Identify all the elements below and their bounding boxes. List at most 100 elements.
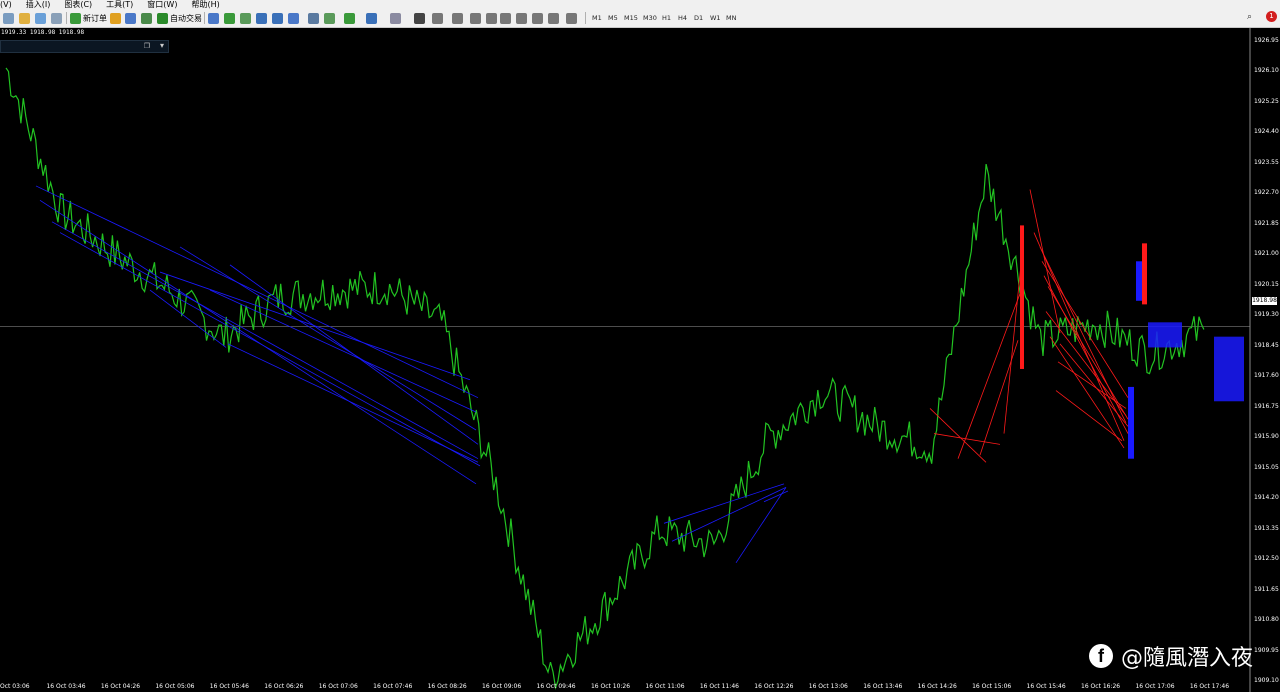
y-tick-label: 1915.90	[1254, 433, 1279, 441]
timeframe-h4[interactable]: H4	[676, 11, 689, 25]
sell-trade-line	[1041, 261, 1129, 398]
buy-cluster	[1128, 386, 1134, 459]
globe-button[interactable]	[141, 11, 152, 25]
x-tick-label: 16 Oct 10:26	[590, 683, 631, 690]
toolbar-tool-7-icon	[324, 12, 335, 24]
notification-badge[interactable]: 1	[1266, 11, 1277, 22]
price-chart[interactable]	[0, 28, 1280, 692]
x-tick-label: 16 Oct 13:46	[863, 683, 903, 690]
terminal-button[interactable]	[125, 11, 136, 25]
toolbar-tool-2-button[interactable]	[240, 11, 251, 25]
timeframe-m1[interactable]: M1	[590, 11, 604, 25]
sell-trade-line	[1029, 189, 1061, 334]
auto-trading-button[interactable]: 自动交易	[157, 11, 202, 25]
toolbar-tool-5-button[interactable]	[288, 11, 299, 25]
timeframe-h1[interactable]: H1	[660, 11, 673, 25]
y-tick-label: 1910.80	[1254, 616, 1279, 624]
watermark-text: @隨風潛入夜	[1121, 646, 1254, 671]
x-tick-label: 16 Oct 12:26	[754, 683, 794, 690]
new-order-button[interactable]: 新订单	[70, 11, 107, 25]
buy-trade-line	[35, 185, 479, 399]
sell-cluster	[1142, 243, 1147, 305]
object-panel: ❐ ▾	[0, 40, 169, 53]
menu-item-3[interactable]: 工具(T)	[106, 0, 133, 9]
crosshair-move-button[interactable]	[3, 11, 14, 25]
window-button[interactable]	[35, 11, 46, 25]
toolbar-tool-3-button[interactable]	[256, 11, 267, 25]
toolbar-tool-9-button[interactable]	[366, 11, 377, 25]
buy-trade-line	[671, 487, 787, 542]
menu-item-0[interactable]: (V)	[0, 0, 12, 9]
toolbar-tool-12-button[interactable]	[432, 11, 443, 25]
timeframe-m15[interactable]: M15	[622, 11, 640, 25]
toolbar-tool-8-button[interactable]	[344, 11, 355, 25]
y-tick-label: 1921.00	[1254, 250, 1279, 258]
timeframe-w1[interactable]: W1	[708, 11, 723, 25]
menu-item-1[interactable]: 插入(I)	[26, 0, 51, 9]
y-tick-label: 1923.55	[1254, 158, 1279, 166]
toolbar-tool-0-button[interactable]	[208, 11, 219, 25]
y-tick-label: 1921.85	[1254, 219, 1279, 227]
toolbar-tool-19-button[interactable]	[548, 11, 559, 25]
buy-trade-line	[59, 232, 481, 467]
metaeditor-button[interactable]	[110, 11, 121, 25]
buy-cluster	[1214, 336, 1244, 402]
timeframe-mn[interactable]: MN	[724, 11, 738, 25]
toolbar-tool-16-button[interactable]	[500, 11, 511, 25]
open-folder-button[interactable]	[19, 11, 30, 25]
y-tick-label: 1926.95	[1254, 36, 1279, 44]
sell-trade-line	[929, 408, 987, 463]
toolbar-tool-8-icon	[344, 12, 355, 24]
x-tick-label: 16 Oct 08:26	[427, 683, 467, 690]
toolbar-tool-9-icon	[366, 12, 377, 24]
facebook-icon: f	[1089, 644, 1113, 668]
sell-trade-line	[1059, 343, 1129, 427]
timeframe-m30[interactable]: M30	[641, 11, 659, 25]
chevron-down-icon[interactable]: ▾	[160, 41, 164, 50]
y-tick-label: 1922.70	[1254, 189, 1279, 197]
zoom-window-button[interactable]	[51, 11, 62, 25]
toolbar-tool-20-button[interactable]	[566, 11, 577, 25]
y-tick-label: 1926.10	[1254, 67, 1279, 75]
menu-item-5[interactable]: 帮助(H)	[191, 0, 219, 9]
toolbar-tool-7-button[interactable]	[324, 11, 335, 25]
open-folder-icon	[19, 12, 30, 24]
menu-item-2[interactable]: 图表(C)	[64, 0, 92, 9]
restore-icon[interactable]: ❐	[144, 42, 150, 50]
x-tick-label: 16 Oct 09:46	[536, 683, 576, 690]
auto-trading-icon	[157, 12, 168, 24]
zoom-window-icon	[51, 12, 62, 24]
toolbar-tool-17-button[interactable]	[516, 11, 527, 25]
toolbar-tool-13-button[interactable]	[452, 11, 463, 25]
toolbar-tool-4-button[interactable]	[272, 11, 283, 25]
toolbar-tool-19-icon	[548, 12, 559, 24]
ohlc-info: 1919.33 1918.98 1918.98	[1, 29, 85, 36]
timeframe-d1[interactable]: D1	[692, 11, 705, 25]
toolbar-tool-1-button[interactable]	[224, 11, 235, 25]
toolbar: 新订单 自动交易 M1 M5 M15 M30 H1 H4 D1 W1 MN	[0, 9, 1280, 28]
new-order-label: 新订单	[83, 13, 107, 23]
toolbar-tool-18-button[interactable]	[532, 11, 543, 25]
toolbar-tool-15-button[interactable]	[486, 11, 497, 25]
menu-item-4[interactable]: 窗口(W)	[147, 0, 177, 9]
y-tick-label: 1920.15	[1254, 280, 1279, 288]
toolbar-tool-20-icon	[566, 12, 577, 24]
x-tick-label: 16 Oct 15:46	[1026, 683, 1066, 690]
timeframe-m5[interactable]: M5	[606, 11, 620, 25]
toolbar-tool-10-button[interactable]	[390, 11, 401, 25]
buy-trade-line	[229, 264, 479, 445]
toolbar-tool-10-icon	[390, 12, 401, 24]
sell-cluster	[1020, 225, 1024, 369]
x-tick-label: Oct 03:06	[0, 683, 30, 690]
toolbar-tool-15-icon	[486, 12, 497, 24]
buy-trade-line	[227, 343, 479, 463]
toolbar-tool-17-icon	[516, 12, 527, 24]
metaeditor-icon	[110, 12, 121, 24]
search-icon[interactable]: ⌕	[1247, 12, 1252, 22]
toolbar-tool-11-button[interactable]	[414, 11, 425, 25]
toolbar-tool-6-button[interactable]	[308, 11, 319, 25]
toolbar-tool-3-icon	[256, 12, 267, 24]
buy-cluster	[1148, 322, 1182, 348]
globe-icon	[141, 12, 152, 24]
toolbar-tool-14-button[interactable]	[470, 11, 481, 25]
